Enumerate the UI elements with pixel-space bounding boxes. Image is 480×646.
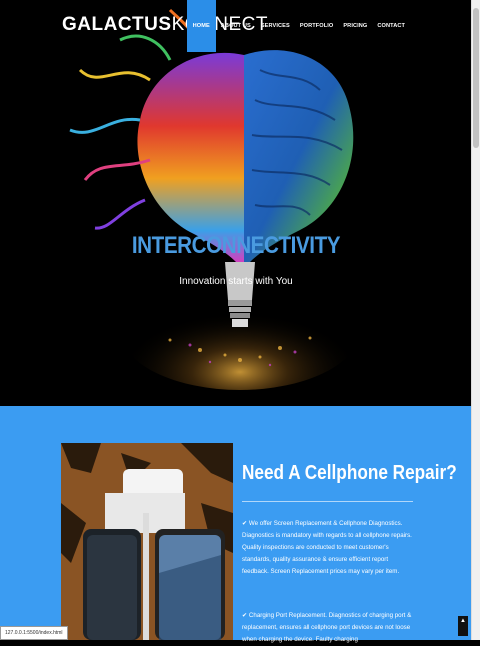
section-title: Need A Cellphone Repair? [242, 462, 457, 484]
nav-contact[interactable]: CONTACT [372, 0, 410, 52]
page-scrollbar[interactable] [471, 0, 480, 640]
arrow-up-icon: ▲ [460, 618, 466, 624]
nav-home[interactable]: HOME [186, 0, 216, 52]
section-divider [242, 501, 413, 502]
phone-repair-image [61, 443, 233, 640]
service-paragraph-screen: ✔ We offer Screen Replacement & Cellphon… [242, 520, 412, 575]
scrollbar-thumb[interactable] [473, 8, 479, 148]
nav-services[interactable]: SERVICES [256, 0, 295, 52]
status-url: 127.0.0.1:5500/index.html [0, 626, 68, 640]
header-bar: GALACTUSKONNECT HOME ABOUT US SERVICES P… [0, 0, 472, 52]
scroll-top-button[interactable]: ▲ [458, 616, 468, 636]
logo-bold-text: GALACTUS [62, 14, 172, 35]
main-nav: HOME ABOUT US SERVICES PORTFOLIO PRICING… [186, 0, 410, 52]
hero-title: INTERCONNECTIVITY [131, 232, 341, 259]
nav-about-us[interactable]: ABOUT US [216, 0, 256, 52]
hero-banner: INTERCONNECTIVITY Innovation starts with… [0, 0, 472, 406]
hero-subtitle: Innovation starts with You [179, 276, 293, 287]
nav-portfolio[interactable]: PORTFOLIO [295, 0, 339, 52]
phones-illustration [61, 443, 233, 640]
brain-bulb-illustration [69, 8, 360, 390]
nav-pricing[interactable]: PRICING [338, 0, 372, 52]
cellphone-repair-section: Need A Cellphone Repair? ✔ We offer Scre… [0, 406, 472, 643]
service-paragraph-charging: ✔ Charging Port Replacement. Diagnostics… [242, 612, 412, 643]
